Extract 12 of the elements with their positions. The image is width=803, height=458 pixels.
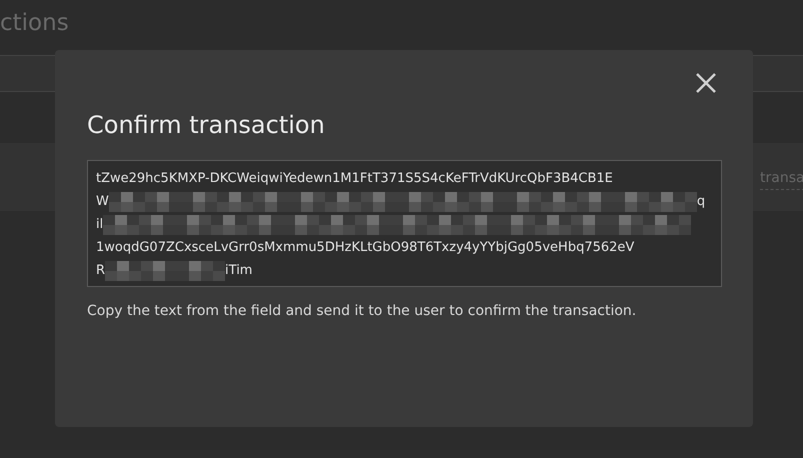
field-text-line: tZwe29hc5KMXP-DKCWeiqwiYedewn1M1FtT371S5S4cKeFTrVdKUrcQbF3B4CB1E [96,170,614,188]
help-text: Copy the text from the field and send it to the user to confirm the transaction. [87,302,638,321]
page-title: ctions [0,9,69,38]
field-text-fragment: q [696,193,706,211]
field-text-fragment: iTim [225,262,252,280]
dialog-title: Confirm transaction [87,110,326,141]
field-text-fragment: W [96,193,109,211]
field-text-fragment: il [96,216,104,234]
close-icon [695,72,717,94]
field-text-fragment: R [96,262,106,280]
transaction-text-field[interactable]: tZwe29hc5KMXP-DKCWeiqwiYedewn1M1FtT371S5S4cKeFTrVdKUrcQbF3B4CB1E W q il 1woqdG07ZCxsceLvGrr0sMxmmu5DHzKLtGbO98T6Txzy4yYYbjGg05veHbq7562eV R iTim [87,160,722,287]
field-text-line: 1woqdG07ZCxsceLvGrr0sMxmmu5DHzKLtGbO98T6Txzy4yYYbjGg05veHbq7562eV [96,239,636,257]
